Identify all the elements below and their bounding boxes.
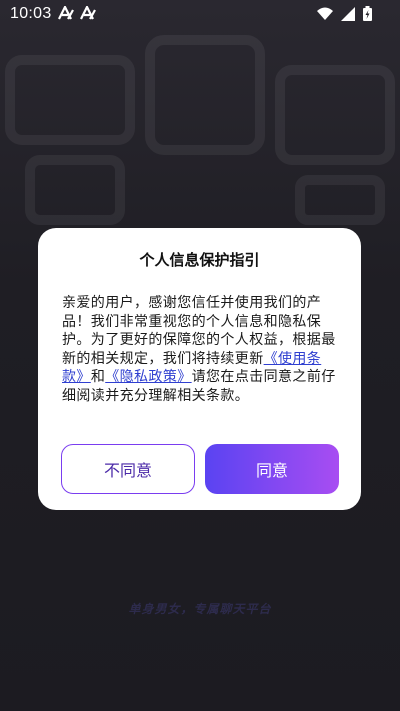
status-bar: 10:03 (0, 0, 400, 30)
privacy-dialog: 个人信息保护指引 亲爱的用户，感谢您信任并使用我们的产品！我们非常重视您的个人信… (38, 228, 361, 510)
app-screen: 10:03 单身男女，专属聊天平台 个人信息保护指引 亲爱的用户，感谢您信任并使… (0, 0, 400, 711)
status-time: 10:03 (10, 5, 52, 22)
signal-icon (341, 6, 355, 21)
app-a-icon (80, 6, 96, 20)
body-conjunction: 和 (90, 369, 106, 385)
tagline: 单身男女，专属聊天平台 (128, 602, 272, 616)
agree-button[interactable]: 同意 (205, 444, 339, 494)
wifi-icon (317, 7, 333, 20)
battery-icon (363, 6, 372, 21)
app-a-icon (58, 6, 74, 20)
dialog-title: 个人信息保护指引 (139, 251, 260, 269)
status-icons (317, 6, 372, 21)
disagree-button[interactable]: 不同意 (61, 444, 195, 494)
privacy-policy-link[interactable]: 《隐私政策》 (105, 369, 191, 385)
dialog-body: 亲爱的用户，感谢您信任并使用我们的产品！我们非常重视您的个人信息和隐私保护。为了… (62, 294, 338, 405)
